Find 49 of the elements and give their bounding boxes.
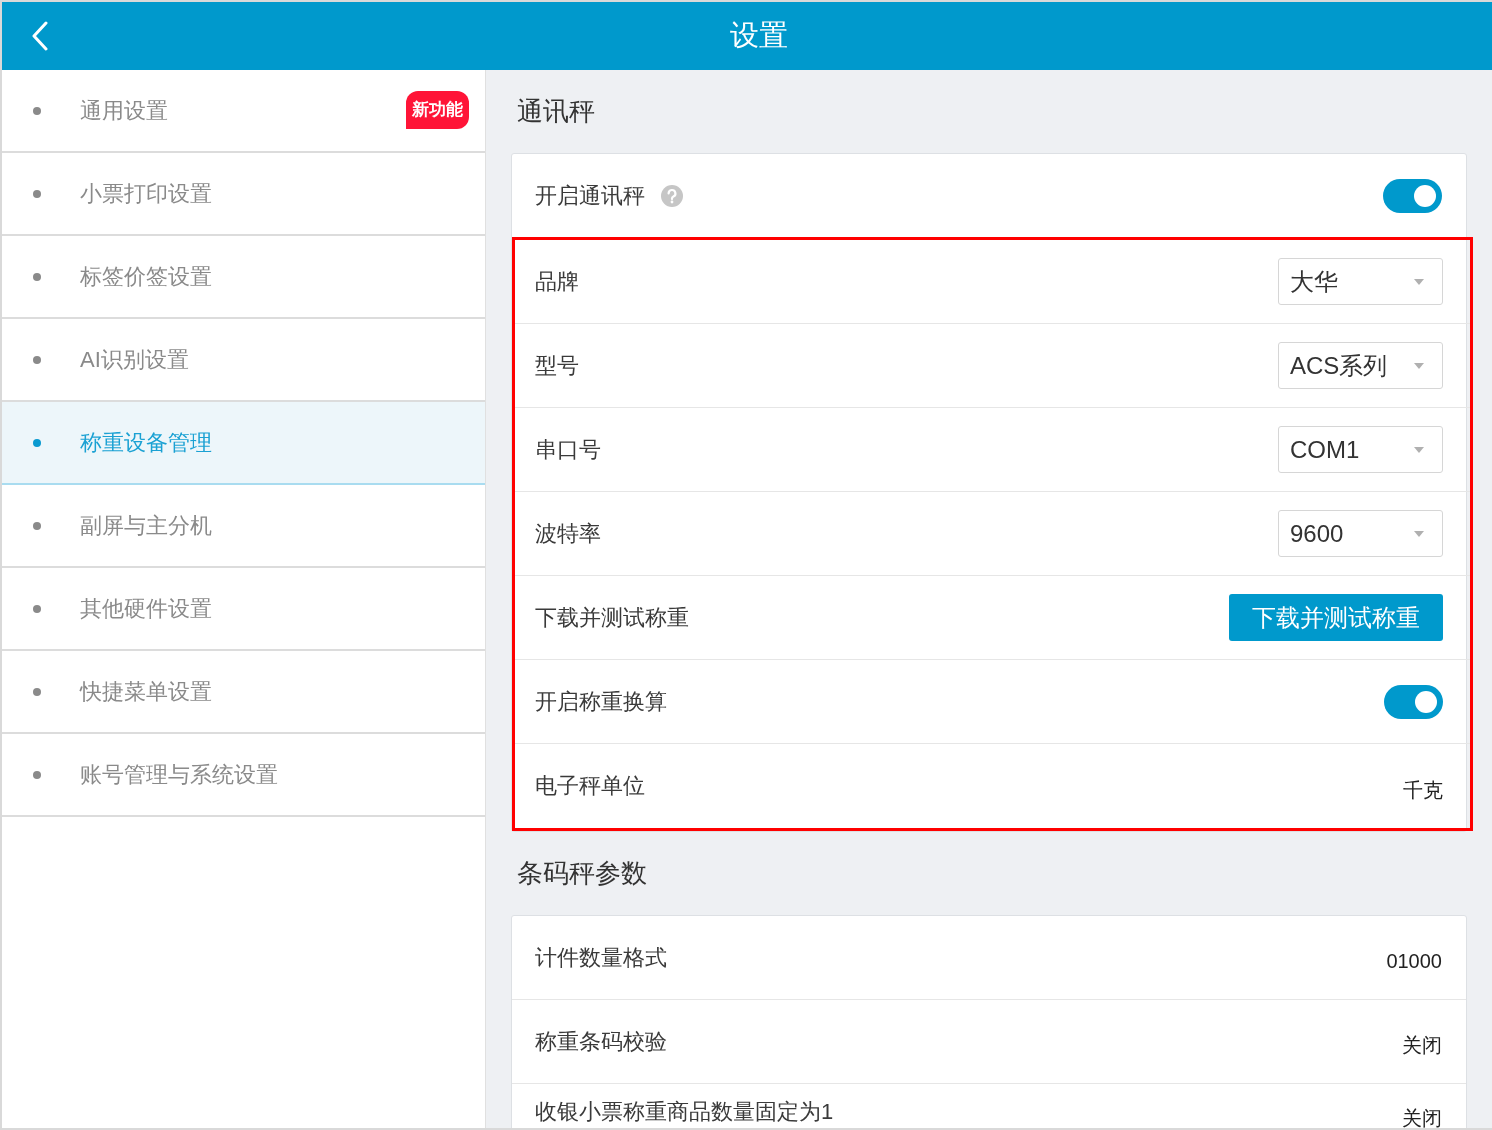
new-feature-badge: 新功能 xyxy=(406,91,469,129)
caret-icon xyxy=(1414,446,1424,453)
chevron-left-icon xyxy=(31,21,49,51)
sidebar-item[interactable]: 快捷菜单设置 xyxy=(2,651,485,734)
dropdown-field[interactable]: ACS系列 xyxy=(1278,342,1443,389)
setting-value: 关闭 xyxy=(1402,1033,1442,1058)
section-title: 通讯秤 xyxy=(516,95,596,128)
caret-icon xyxy=(1414,362,1424,369)
sidebar-item[interactable]: 称重设备管理 xyxy=(2,402,485,485)
setting-label: 称重条码校验 xyxy=(535,1027,667,1056)
bullet-icon xyxy=(33,770,41,779)
setting-label: 型号 xyxy=(535,351,579,380)
setting-label: 波特率 xyxy=(535,519,601,548)
bullet-icon xyxy=(33,189,41,198)
bullet-icon xyxy=(33,521,41,530)
setting-value: 01000 xyxy=(1386,950,1442,973)
bullet-icon xyxy=(33,106,41,115)
setting-label: 品牌 xyxy=(535,267,579,296)
sidebar-item[interactable]: 小票打印设置 xyxy=(2,153,485,236)
setting-value: 千克 xyxy=(1403,777,1443,803)
setting-label: 开启通讯秤 xyxy=(535,181,645,210)
dropdown-field[interactable]: 大华 xyxy=(1278,258,1443,305)
setting-label: 开启称重换算 xyxy=(535,687,667,716)
bullet-icon xyxy=(33,687,41,696)
setting-label: 下载并测试称重 xyxy=(535,603,689,632)
setting-label: 串口号 xyxy=(535,435,601,464)
setting-label: 计件数量格式 xyxy=(535,943,667,972)
sidebar-item[interactable]: 通用设置 新功能 xyxy=(2,70,485,153)
toggle-switch[interactable] xyxy=(1384,684,1443,719)
page-title: 设置 xyxy=(730,18,788,53)
caret-icon xyxy=(1414,530,1424,537)
sidebar-item[interactable]: 账号管理与系统设置 xyxy=(2,734,485,817)
bullet-icon xyxy=(33,355,41,364)
setting-label: 收银小票称重商品数量固定为1 xyxy=(535,1098,834,1126)
dropdown-field[interactable]: COM1 xyxy=(1278,426,1443,473)
setting-label: 电子秤单位 xyxy=(535,772,645,800)
help-icon[interactable] xyxy=(661,184,683,207)
download-test-button[interactable]: 下载并测试称重 xyxy=(1229,594,1443,641)
caret-icon xyxy=(1414,278,1424,285)
dropdown-field[interactable]: 9600 xyxy=(1278,510,1443,557)
section-title: 条码秤参数 xyxy=(516,857,648,890)
toggle-switch[interactable] xyxy=(1383,178,1442,213)
bullet-icon xyxy=(33,438,41,447)
sidebar-item[interactable]: 副屏与主分机 xyxy=(2,485,485,568)
sidebar-item[interactable]: 其他硬件设置 xyxy=(2,568,485,651)
bullet-icon xyxy=(33,272,41,281)
sidebar-item[interactable]: 标签价签设置 xyxy=(2,236,485,319)
bullet-icon xyxy=(33,604,41,613)
setting-value: 关闭 xyxy=(1402,1106,1442,1128)
